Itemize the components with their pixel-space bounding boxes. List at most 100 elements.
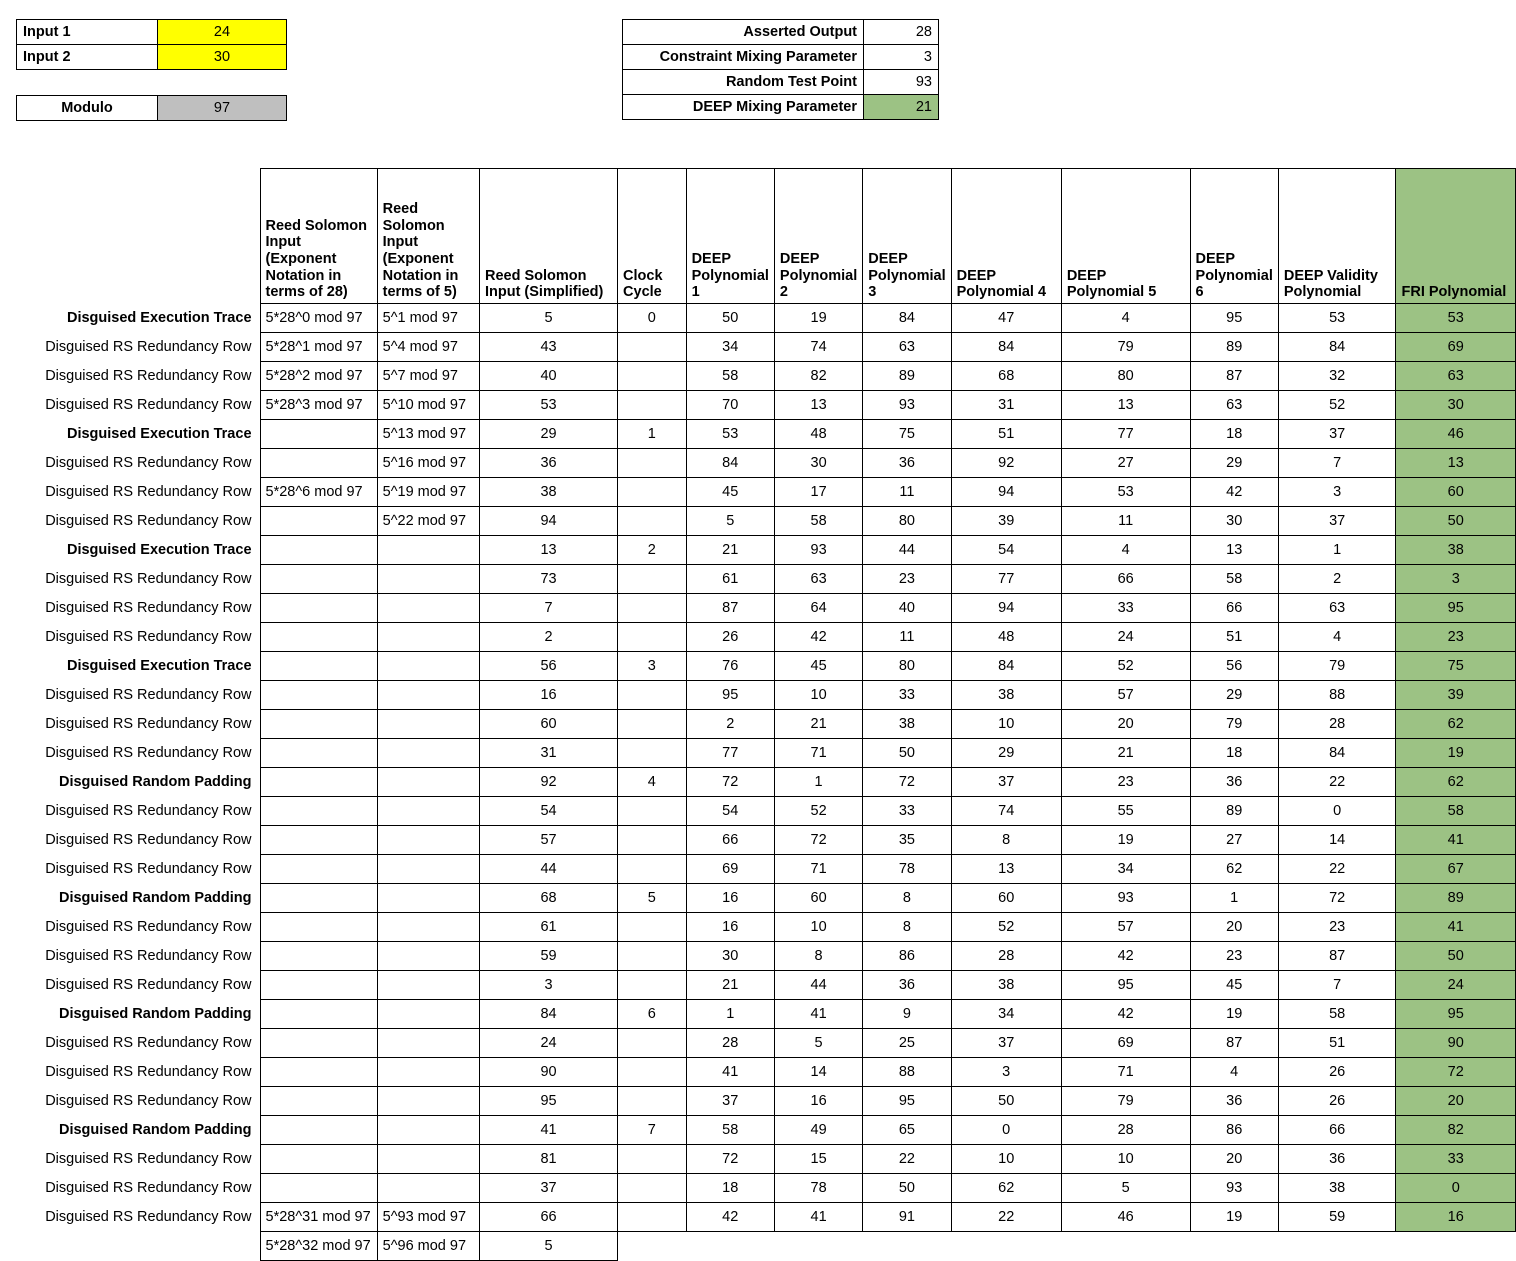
cell-deep-polynomial-4[interactable]: 29 [950,738,1062,768]
cell-rs-input-exp5[interactable]: 5^19 mod 97 [376,477,480,507]
cell-rs-input-exp28[interactable]: 5*28^6 mod 97 [259,477,378,507]
cell-rs-input-simplified[interactable]: 68 [478,883,619,913]
cell-clock-cycle[interactable]: 7 [617,1115,687,1145]
cell-deep-polynomial-4[interactable]: 84 [950,332,1062,362]
cell-deep-validity-polynomial[interactable]: 36 [1277,1144,1397,1174]
cell-deep-polynomial-3[interactable]: 11 [862,622,952,652]
cell-deep-polynomial-1[interactable]: 30 [685,941,775,971]
cell-deep-polynomial-4[interactable]: 94 [950,593,1062,623]
cell-clock-cycle[interactable]: 3 [617,651,687,681]
cell-deep-polynomial-6[interactable]: 56 [1189,651,1279,681]
cell-rs-input-exp5[interactable] [376,680,480,710]
cell-deep-polynomial-5[interactable]: 33 [1060,593,1191,623]
cell-deep-polynomial-1[interactable]: 16 [685,883,775,913]
cell-deep-polynomial-4[interactable]: 38 [950,680,1062,710]
cell-deep-polynomial-5[interactable]: 13 [1060,390,1191,420]
cell-rs-input-exp5[interactable] [376,912,480,942]
cell-rs-input-exp28[interactable] [259,1144,378,1174]
cell-deep-validity-polynomial[interactable]: 84 [1277,332,1397,362]
cell-rs-input-simplified[interactable]: 66 [478,1202,619,1232]
cell-rs-input-exp28[interactable]: 5*28^2 mod 97 [259,361,378,391]
cell-deep-polynomial-2[interactable]: 71 [773,854,864,884]
cell-rs-input-exp28[interactable] [259,1086,378,1116]
cell-deep-validity-polynomial[interactable]: 72 [1277,883,1397,913]
cell-rs-input-exp5[interactable] [376,970,480,1000]
cell-deep-polynomial-6[interactable]: 87 [1189,361,1279,391]
cell-deep-polynomial-2[interactable]: 63 [773,564,864,594]
cell-deep-polynomial-4[interactable]: 62 [950,1173,1062,1203]
cell-rs-input-simplified[interactable]: 54 [478,796,619,826]
cell-deep-polynomial-3[interactable]: 89 [862,361,952,391]
cell-deep-polynomial-4[interactable]: 37 [950,767,1062,797]
cell-deep-polynomial-2[interactable]: 82 [773,361,864,391]
cell-deep-polynomial-6[interactable]: 1 [1189,883,1279,913]
cell-deep-validity-polynomial[interactable]: 66 [1277,1115,1397,1145]
cell-deep-polynomial-6[interactable]: 29 [1189,448,1279,478]
cell-rs-input-exp5[interactable]: 5^96 mod 97 [376,1231,480,1261]
cell-deep-polynomial-1[interactable]: 2 [685,709,775,739]
cell-fri-polynomial[interactable]: 24 [1395,970,1516,1000]
cell-fri-polynomial[interactable]: 39 [1395,680,1516,710]
cell-clock-cycle[interactable] [617,390,687,420]
cell-deep-polynomial-5[interactable]: 95 [1060,970,1191,1000]
cell-deep-polynomial-1[interactable]: 54 [685,796,775,826]
cell-deep-polynomial-5[interactable]: 11 [1060,506,1191,536]
cell-deep-polynomial-2[interactable]: 58 [773,506,864,536]
cell-deep-polynomial-6[interactable]: 18 [1189,738,1279,768]
cell-rs-input-exp28[interactable] [259,941,378,971]
cell-deep-polynomial-2[interactable]: 64 [773,593,864,623]
cell-deep-polynomial-5[interactable]: 77 [1060,419,1191,449]
cell-rs-input-exp5[interactable] [376,1144,480,1174]
cell-rs-input-simplified[interactable]: 40 [478,361,619,391]
cell-deep-polynomial-4[interactable]: 77 [950,564,1062,594]
cell-deep-polynomial-5[interactable]: 57 [1060,912,1191,942]
cell-fri-polynomial[interactable]: 33 [1395,1144,1516,1174]
cell-deep-polynomial-1[interactable]: 84 [685,448,775,478]
cell-rs-input-exp5[interactable] [376,1057,480,1087]
cell-deep-polynomial-3[interactable]: 8 [862,883,952,913]
cell-deep-polynomial-3[interactable]: 91 [862,1202,952,1232]
cell-deep-polynomial-1[interactable]: 77 [685,738,775,768]
cell-rs-input-exp5[interactable]: 5^10 mod 97 [376,390,480,420]
cell-deep-polynomial-3[interactable]: 44 [862,535,952,565]
cell-deep-polynomial-5[interactable]: 10 [1060,1144,1191,1174]
cell-clock-cycle[interactable]: 6 [617,999,687,1029]
cell-deep-polynomial-1[interactable]: 72 [685,1144,775,1174]
cell-deep-polynomial-6[interactable]: 27 [1189,825,1279,855]
cell-clock-cycle[interactable] [617,1202,687,1232]
cell-deep-polynomial-6[interactable]: 13 [1189,535,1279,565]
cell-clock-cycle[interactable] [617,1173,687,1203]
cell-rs-input-simplified[interactable]: 95 [478,1086,619,1116]
cell-deep-validity-polynomial[interactable]: 7 [1277,970,1397,1000]
cell-rs-input-exp5[interactable]: 5^13 mod 97 [376,419,480,449]
cell-deep-polynomial-2[interactable]: 60 [773,883,864,913]
cell-fri-polynomial[interactable]: 20 [1395,1086,1516,1116]
cell-deep-polynomial-6[interactable]: 42 [1189,477,1279,507]
cell-deep-polynomial-2[interactable]: 48 [773,419,864,449]
cell-rs-input-exp5[interactable] [376,825,480,855]
cell-deep-polynomial-1[interactable]: 18 [685,1173,775,1203]
cell-deep-polynomial-6[interactable]: 20 [1189,1144,1279,1174]
cell-fri-polynomial[interactable]: 90 [1395,1028,1516,1058]
cell-fri-polynomial[interactable]: 67 [1395,854,1516,884]
cell-deep-polynomial-6[interactable]: 86 [1189,1115,1279,1145]
cell-deep-validity-polynomial[interactable]: 22 [1277,854,1397,884]
cell-rs-input-simplified[interactable]: 59 [478,941,619,971]
cell-rs-input-simplified[interactable]: 31 [478,738,619,768]
cell-deep-polynomial-4[interactable]: 50 [950,1086,1062,1116]
cell-clock-cycle[interactable] [617,1057,687,1087]
cell-deep-polynomial-5[interactable]: 69 [1060,1028,1191,1058]
cell-deep-polynomial-4[interactable]: 0 [950,1115,1062,1145]
cell-rs-input-simplified[interactable]: 81 [478,1144,619,1174]
cell-deep-polynomial-2[interactable]: 5 [773,1028,864,1058]
cell-deep-polynomial-2[interactable]: 15 [773,1144,864,1174]
cell-deep-polynomial-3[interactable]: 25 [862,1028,952,1058]
cell-deep-validity-polynomial[interactable]: 87 [1277,941,1397,971]
cell-fri-polynomial[interactable]: 16 [1395,1202,1516,1232]
cell-deep-validity-polynomial[interactable]: 23 [1277,912,1397,942]
cell-clock-cycle[interactable]: 5 [617,883,687,913]
cell-rs-input-exp28[interactable] [259,564,378,594]
cell-deep-polynomial-1[interactable]: 50 [685,303,775,333]
cell-deep-polynomial-6[interactable]: 89 [1189,332,1279,362]
cell-fri-polynomial[interactable]: 38 [1395,535,1516,565]
